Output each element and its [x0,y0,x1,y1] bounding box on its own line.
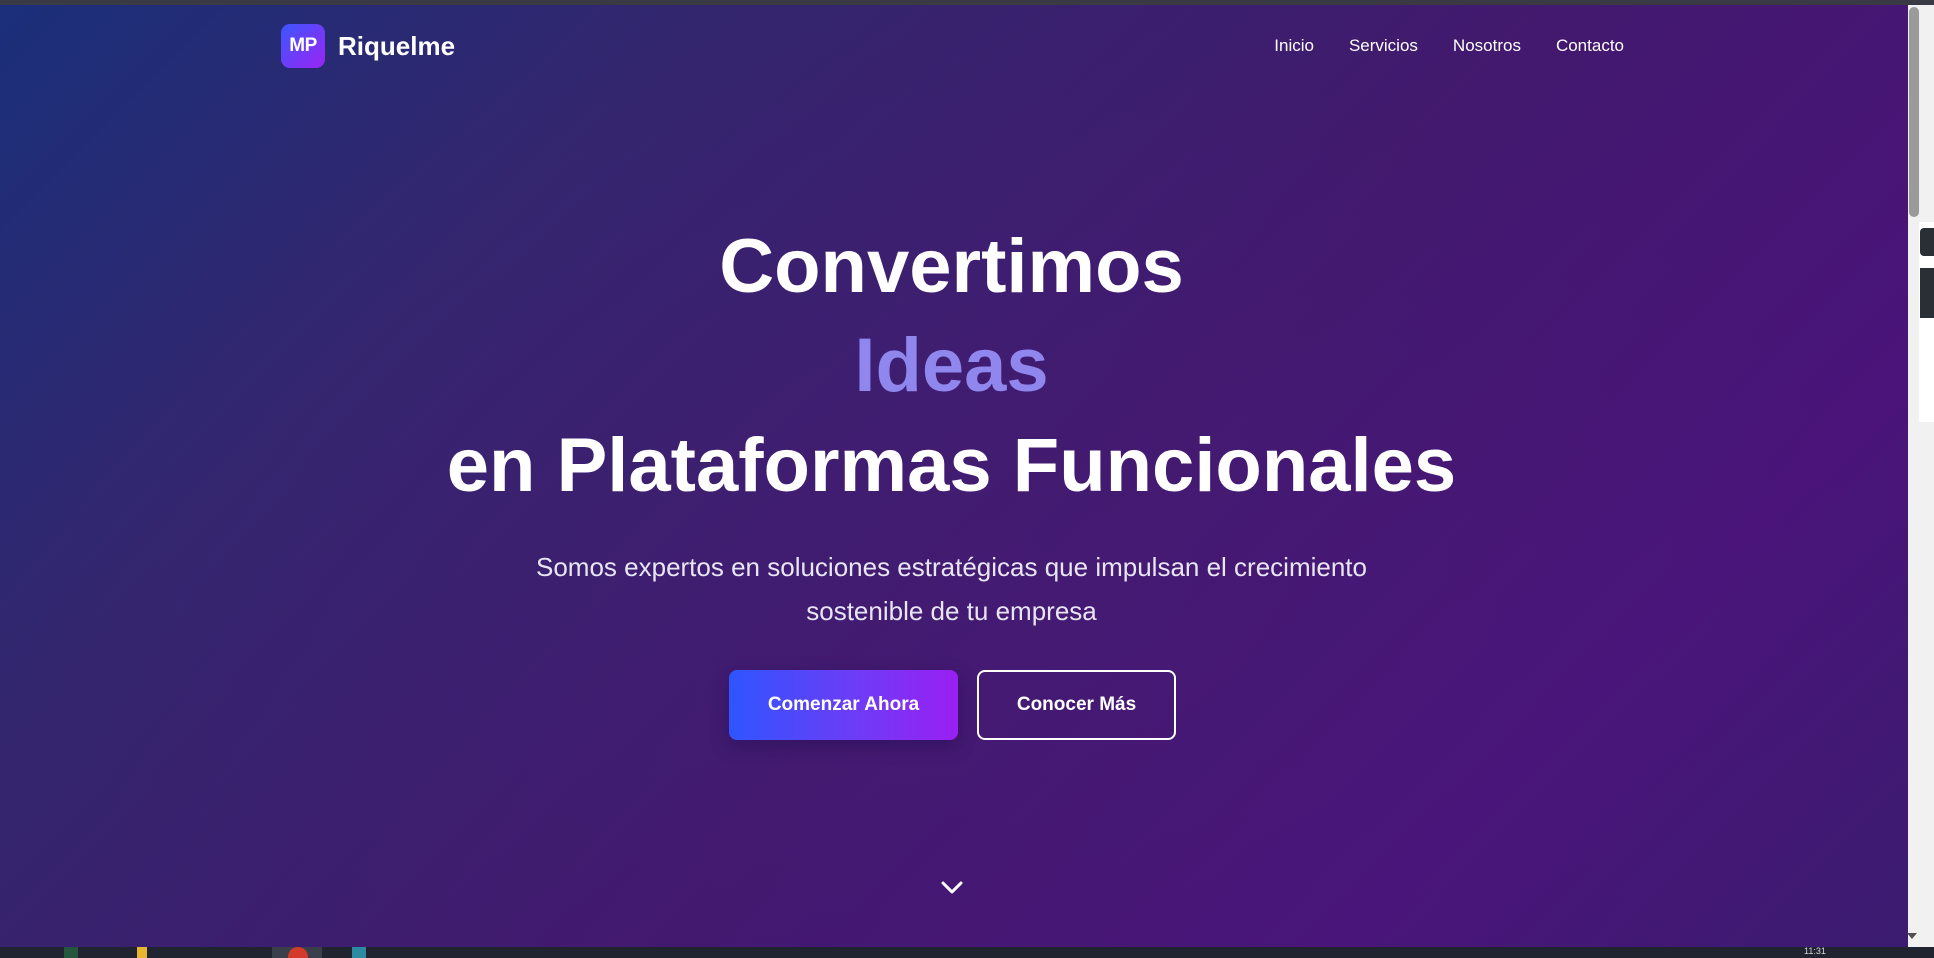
nav-link-inicio[interactable]: Inicio [1274,36,1314,56]
hero-actions: Comenzar Ahora Conocer Más [729,670,1176,740]
brand-name: Riquelme [338,30,456,61]
side-panel-block [1920,268,1934,318]
logo-icon: MP [281,24,325,68]
hero-subtitle: Somos expertos en soluciones estratégica… [490,545,1413,633]
comenzar-ahora-button[interactable]: Comenzar Ahora [729,670,958,740]
taskbar-app-icon[interactable] [64,947,78,958]
brand-home-link[interactable]: MP Riquelme [281,24,455,68]
scrollbar-thumb[interactable] [1909,7,1919,217]
hero-title-highlight: Ideas [854,323,1049,408]
nav-link-contacto[interactable]: Contacto [1556,36,1624,56]
navbar: MP Riquelme Inicio Servicios Nosotros Co… [281,23,1624,69]
scroll-down-arrow-icon[interactable] [1905,930,1919,942]
side-panel-tab[interactable] [1920,228,1934,256]
hero-subtitle-line-2: sostenible de tu empresa [806,596,1097,626]
hero-title-line-1: Convertimos [719,224,1184,309]
hero-title-line-3: en Plataformas Funcionales [446,423,1457,508]
chevron-down-icon[interactable] [940,878,964,898]
page-viewport: MP Riquelme Inicio Servicios Nosotros Co… [0,5,1908,947]
taskbar-folder-icon[interactable] [137,947,147,958]
nav-link-nosotros[interactable]: Nosotros [1453,36,1521,56]
nav-link-servicios[interactable]: Servicios [1349,36,1418,56]
conocer-mas-button[interactable]: Conocer Más [977,670,1176,740]
hero-subtitle-line-1: Somos expertos en soluciones estratégica… [536,552,1367,582]
taskbar-editor-icon[interactable] [352,947,366,958]
main-nav: Inicio Servicios Nosotros Contacto [1274,36,1624,56]
os-taskbar: 11:31 [0,946,1934,958]
taskbar-clock: 11:31 [1804,946,1826,956]
